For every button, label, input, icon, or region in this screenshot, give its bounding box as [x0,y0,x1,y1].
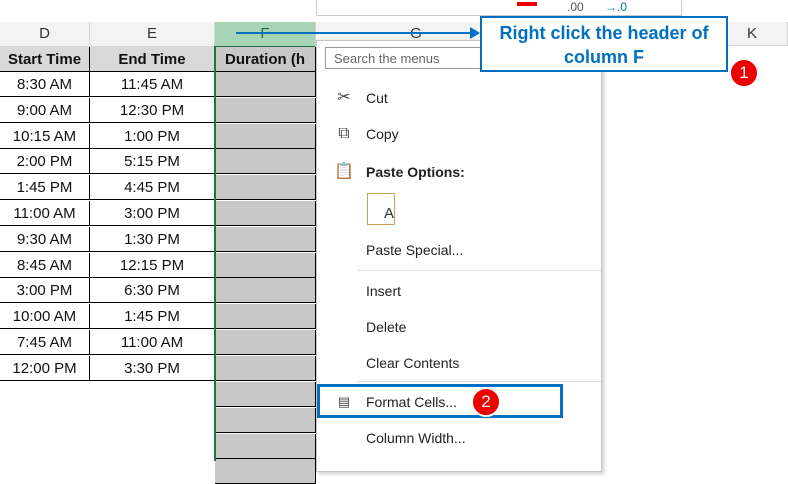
duration-cell[interactable] [215,149,316,175]
column-header-e[interactable]: E [90,22,215,47]
label: Delete [366,319,407,335]
divider [357,270,601,271]
duration-cell[interactable] [215,175,316,201]
duration-cell[interactable] [215,226,316,252]
label: Clear Contents [366,355,460,371]
paste-options-heading: 📋 Paste Options: [317,157,601,187]
table-cell[interactable]: 6:30 PM [90,278,215,304]
arrow-head-icon [470,27,480,39]
duration-cell[interactable] [215,123,316,149]
column-header-f[interactable]: F [215,22,316,48]
menu-clear-contents[interactable]: Clear Contents [317,348,601,378]
duration-cell[interactable] [215,330,316,355]
selection-border [214,46,216,461]
table-cell[interactable]: 8:30 AM [0,72,90,97]
table-cell[interactable]: 1:45 PM [90,304,215,330]
table-cell[interactable]: 9:00 AM [0,97,90,123]
label: Paste Special... [366,242,464,258]
duration-cell[interactable] [215,201,316,226]
empty-cell[interactable] [215,382,316,407]
label: Copy [366,126,399,142]
duration-cell[interactable] [215,252,316,278]
step-badge-2: 2 [471,387,501,417]
column-label: K [746,25,757,42]
menu-column-width[interactable]: Column Width... [317,423,601,453]
table-cell[interactable]: 10:00 AM [0,304,90,330]
table-cell[interactable]: 5:15 PM [90,149,215,175]
font-color-icon[interactable] [517,2,537,6]
table-header-cell[interactable]: Start Time [0,47,90,72]
menu-cut[interactable]: ✂ Cut [317,83,601,113]
table-cell[interactable]: 11:00 AM [90,330,215,355]
label: Column Width... [366,430,466,446]
table-cell[interactable]: 9:30 AM [0,226,90,252]
menu-copy[interactable]: ⧉ Copy [317,119,601,149]
mini-toolbar: .00 →.0 [316,0,682,16]
column-header-d[interactable]: D [0,22,90,47]
menu-insert[interactable]: Insert [317,276,601,306]
instruction-callout: Right click the header of column F [480,16,728,72]
table-cell[interactable]: 1:30 PM [90,226,215,252]
table-cell[interactable]: 11:00 AM [0,201,90,226]
menu-delete[interactable]: Delete [317,312,601,342]
paste-icon-button[interactable]: A [367,193,395,225]
empty-cell[interactable] [215,407,316,433]
label: Insert [366,283,402,299]
table-cell[interactable]: 1:00 PM [90,123,215,149]
duration-cell[interactable] [215,304,316,330]
table-cell[interactable]: 11:45 AM [90,72,215,97]
table-cell[interactable]: 3:00 PM [90,201,215,226]
table-cell[interactable]: 3:00 PM [0,278,90,304]
callout-arrow [236,32,478,34]
duration-cell[interactable] [215,355,316,381]
label: Cut [366,90,388,106]
duration-cell[interactable] [215,278,316,304]
scissors-icon: ✂ [337,89,351,106]
table-cell[interactable]: 2:00 PM [0,149,90,175]
table-cell[interactable]: 12:15 PM [90,252,215,278]
table-cell[interactable]: 10:15 AM [0,123,90,149]
table-cell[interactable]: 1:45 PM [0,175,90,201]
table-cell[interactable]: 3:30 PM [90,355,215,381]
table-header-cell[interactable]: End Time [90,47,215,72]
table-cell[interactable]: 7:45 AM [0,330,90,355]
table-cell[interactable]: 12:30 PM [90,97,215,123]
decrease-decimal-button[interactable]: →.0 [605,1,627,14]
paste-a-glyph: A [383,205,394,222]
clipboard-icon: 📋 [334,163,354,180]
label: Paste Options: [366,164,465,180]
step-badge-1: 1 [729,58,759,88]
divider [357,381,601,382]
increase-decimal-button[interactable]: .00 [567,1,584,14]
table-cell[interactable]: 4:45 PM [90,175,215,201]
table-cell[interactable]: 12:00 PM [0,355,90,381]
highlight-format-cells [317,384,563,418]
duration-cell[interactable] [215,97,316,123]
menu-paste-special[interactable]: Paste Special... [317,235,601,265]
table-cell[interactable]: 8:45 AM [0,252,90,278]
duration-cell[interactable] [215,72,316,97]
empty-cell[interactable] [215,459,316,484]
empty-cell[interactable] [215,433,316,459]
copy-icon: ⧉ [338,125,350,142]
table-header-cell[interactable]: Duration (h [215,47,316,72]
